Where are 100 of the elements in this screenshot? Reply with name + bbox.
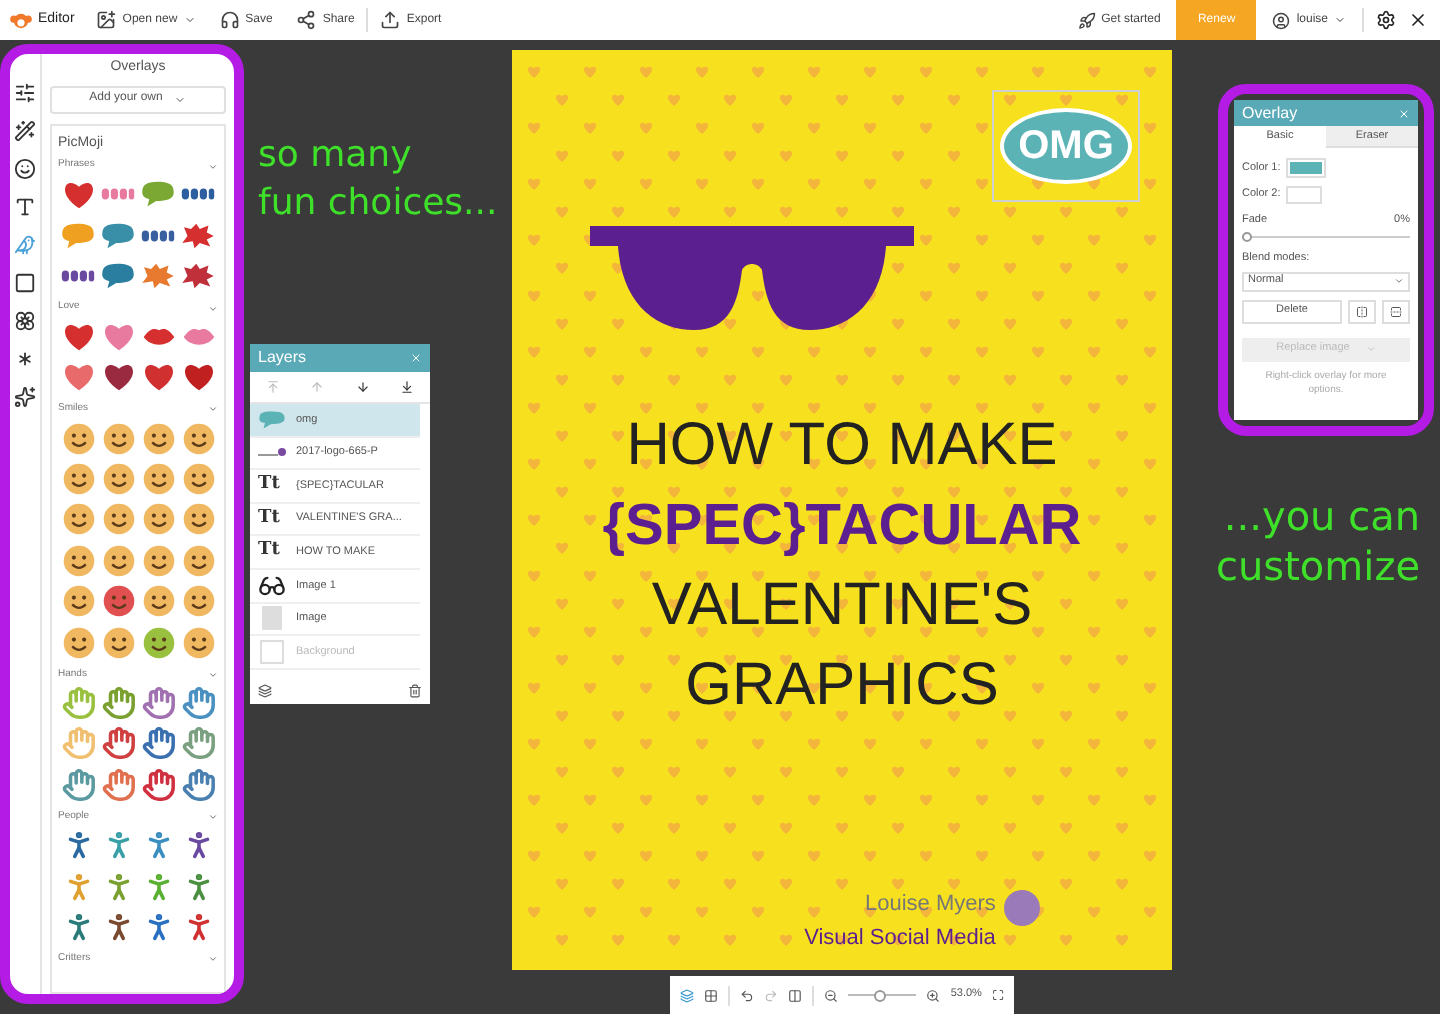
smiley-face-icon[interactable] bbox=[141, 584, 175, 619]
tool-icon[interactable] bbox=[14, 386, 36, 408]
flip-horizontal-button[interactable] bbox=[1348, 299, 1376, 323]
hand-sticker-icon[interactable] bbox=[181, 685, 215, 720]
tool-icon[interactable] bbox=[14, 158, 36, 180]
layers-icon[interactable] bbox=[258, 683, 272, 697]
slider-thumb[interactable] bbox=[1242, 232, 1252, 243]
speech-bubble-sticker-icon[interactable] bbox=[100, 221, 136, 250]
logo-thumbnail-icon bbox=[258, 446, 286, 459]
rocket-icon bbox=[1077, 11, 1096, 29]
hand-sticker-icon[interactable] bbox=[181, 767, 215, 802]
speech-bubble-icon bbox=[258, 409, 286, 430]
caret-icon[interactable] bbox=[208, 811, 218, 822]
settings-icon[interactable] bbox=[1376, 10, 1396, 30]
heart-sticker-icon[interactable] bbox=[141, 362, 175, 393]
smiley-face-icon[interactable] bbox=[101, 584, 135, 619]
smiley-face-icon[interactable] bbox=[61, 502, 95, 537]
smiley-face-icon[interactable] bbox=[141, 502, 175, 537]
burst-sticker-icon[interactable] bbox=[180, 221, 216, 250]
undo-icon[interactable] bbox=[739, 987, 754, 1003]
close-icon[interactable] bbox=[1408, 10, 1428, 30]
tool-icon[interactable] bbox=[14, 196, 36, 218]
smiley-face-icon[interactable] bbox=[141, 625, 175, 660]
poster-headline: HOW TO MAKE bbox=[626, 410, 1058, 482]
compare-icon[interactable] bbox=[787, 987, 802, 1003]
burst-sticker-icon[interactable] bbox=[180, 261, 216, 290]
zoom-out-icon[interactable] bbox=[823, 987, 838, 1003]
smiley-face-icon[interactable] bbox=[61, 625, 95, 660]
panel-title: Layers bbox=[258, 346, 307, 370]
zoom-in-icon[interactable] bbox=[926, 987, 941, 1003]
hand-sticker-icon[interactable] bbox=[141, 685, 175, 720]
smiley-face-icon[interactable] bbox=[101, 462, 135, 497]
tool-icon[interactable] bbox=[14, 82, 36, 104]
hand-sticker-icon[interactable] bbox=[101, 685, 135, 720]
smiley-face-icon[interactable] bbox=[101, 502, 135, 537]
word-sticker-icon[interactable] bbox=[180, 186, 216, 203]
tool-icon[interactable] bbox=[14, 310, 36, 332]
smiley-face-icon[interactable] bbox=[181, 421, 215, 456]
flip-vertical-button[interactable] bbox=[1382, 299, 1410, 323]
speech-bubble-sticker-icon[interactable] bbox=[140, 180, 176, 209]
zoom-slider[interactable] bbox=[847, 989, 917, 1001]
fullscreen-icon[interactable] bbox=[991, 988, 1005, 1002]
tool-icon[interactable] bbox=[14, 120, 36, 142]
slider-thumb[interactable] bbox=[873, 989, 886, 1001]
word-sticker-icon[interactable] bbox=[60, 267, 96, 284]
color-swatch[interactable] bbox=[1286, 158, 1327, 178]
fade-slider[interactable] bbox=[1242, 232, 1410, 243]
hand-sticker-icon[interactable] bbox=[61, 767, 95, 802]
annotation-text: so many fun choices... bbox=[258, 132, 498, 228]
smiley-face-icon[interactable] bbox=[141, 462, 175, 497]
lips-sticker-icon[interactable] bbox=[141, 325, 175, 348]
text-layer-icon: Tt bbox=[258, 472, 286, 500]
smiley-face-icon[interactable] bbox=[181, 584, 215, 619]
logo-name: Louise Myers bbox=[864, 890, 996, 920]
glasses-icon bbox=[258, 571, 286, 600]
text-layer-icon: Tt bbox=[258, 538, 286, 566]
text-layer-icon: Tt bbox=[258, 505, 286, 533]
flip-horizontal-icon bbox=[1356, 305, 1368, 317]
smiley-face-icon[interactable] bbox=[61, 543, 95, 578]
toolbar-icon bbox=[96, 10, 117, 30]
heart-sticker-icon[interactable] bbox=[61, 362, 95, 393]
speech-bubble-sticker-icon[interactable] bbox=[100, 261, 136, 290]
smiley-face-icon[interactable] bbox=[61, 421, 95, 456]
color-swatch[interactable] bbox=[1286, 186, 1323, 204]
burst-sticker-icon[interactable] bbox=[140, 261, 176, 290]
smiley-face-icon[interactable] bbox=[141, 543, 175, 578]
grid-icon[interactable] bbox=[703, 987, 718, 1003]
caret-icon[interactable] bbox=[208, 161, 218, 171]
layers-icon[interactable] bbox=[680, 987, 694, 1003]
caret-icon[interactable] bbox=[208, 669, 218, 680]
heart-sticker-icon[interactable] bbox=[61, 321, 95, 352]
send-to-back-icon[interactable] bbox=[400, 380, 415, 394]
word-sticker-icon[interactable] bbox=[140, 227, 176, 244]
smiley-face-icon[interactable] bbox=[181, 502, 215, 537]
hand-sticker-icon[interactable] bbox=[101, 767, 135, 802]
hand-sticker-icon[interactable] bbox=[141, 767, 175, 802]
smiley-face-icon[interactable] bbox=[61, 462, 95, 497]
hand-sticker-icon[interactable] bbox=[181, 726, 215, 761]
smiley-face-icon[interactable] bbox=[101, 421, 135, 456]
caret-icon bbox=[1334, 14, 1346, 26]
heart-sticker-icon[interactable] bbox=[181, 362, 215, 393]
smiley-face-icon[interactable] bbox=[61, 584, 95, 619]
caret-icon[interactable] bbox=[208, 404, 218, 415]
tool-icon[interactable] bbox=[14, 348, 36, 370]
trash-icon[interactable] bbox=[408, 683, 422, 697]
move-down-icon[interactable] bbox=[355, 380, 370, 394]
hand-sticker-icon[interactable] bbox=[141, 726, 175, 761]
lips-sticker-icon[interactable] bbox=[181, 325, 215, 348]
heart-sticker-icon[interactable] bbox=[101, 362, 135, 393]
caret-icon[interactable] bbox=[208, 954, 218, 965]
smiley-face-icon[interactable] bbox=[101, 625, 135, 660]
caret-icon[interactable] bbox=[208, 303, 218, 314]
smiley-face-icon[interactable] bbox=[141, 421, 175, 456]
tool-icon[interactable] bbox=[14, 272, 36, 294]
hand-sticker-icon[interactable] bbox=[101, 726, 135, 761]
smiley-face-icon[interactable] bbox=[181, 543, 215, 578]
smiley-face-icon[interactable] bbox=[181, 462, 215, 497]
smiley-face-icon[interactable] bbox=[181, 625, 215, 660]
smiley-face-icon[interactable] bbox=[101, 543, 135, 578]
heart-sticker-icon[interactable] bbox=[61, 179, 95, 210]
